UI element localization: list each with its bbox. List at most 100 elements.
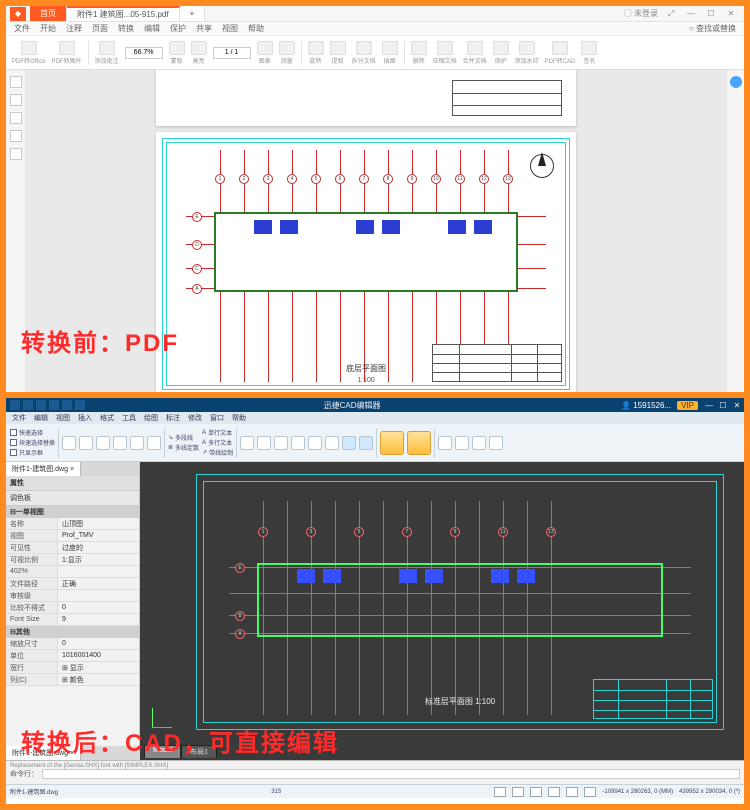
qat-undo-icon[interactable] <box>62 400 72 410</box>
prop-row[interactable]: 可视比例1:显示 <box>6 554 139 566</box>
login-status[interactable]: ◯ 未登录 <box>624 8 658 19</box>
prop-row[interactable]: 列(C)⊞ 颜色 <box>6 674 139 686</box>
vip-badge[interactable]: VIP <box>677 401 698 410</box>
tab-home[interactable]: 首页 <box>30 6 67 21</box>
tool-mirror-icon[interactable] <box>455 436 469 450</box>
cad-menu-format[interactable]: 格式 <box>100 413 114 423</box>
cad-close-icon[interactable]: ✕ <box>730 401 744 410</box>
cad-maximize-icon[interactable]: ☐ <box>716 401 730 410</box>
menu-file[interactable]: 文件 <box>14 23 30 34</box>
bookmark-icon[interactable] <box>10 94 22 106</box>
menu-page[interactable]: 页面 <box>92 23 108 34</box>
tool-leader-label[interactable]: ↗ 带线绘制 <box>202 448 233 457</box>
ribbon-pdf-to-image[interactable]: PDF转图片 <box>52 41 82 65</box>
chk-block-select[interactable]: 块速选择替换 <box>10 438 55 447</box>
menu-help[interactable]: 帮助 <box>248 23 264 34</box>
tool-rotate-icon[interactable] <box>274 436 288 450</box>
tool-singletext-label[interactable]: A 单行文本 <box>202 428 233 437</box>
tool-rect-icon[interactable] <box>79 436 93 450</box>
tab-add[interactable]: + <box>180 6 206 21</box>
cad-menu-edit[interactable]: 编辑 <box>34 413 48 423</box>
tool-layer-icon[interactable] <box>359 436 373 450</box>
cad-menu-window[interactable]: 窗口 <box>210 413 224 423</box>
prop-row[interactable]: 缩放尺寸0 <box>6 638 139 650</box>
ribbon-extract[interactable]: 提取 <box>330 41 346 65</box>
menu-edit[interactable]: 编辑 <box>144 23 160 34</box>
thumbnail-icon[interactable] <box>10 76 22 88</box>
menu-annotate[interactable]: 注释 <box>66 23 82 34</box>
tool-multitext-label[interactable]: A 多行文本 <box>202 438 233 447</box>
prop-row[interactable]: Font Size9 <box>6 614 139 626</box>
ortho-toggle-icon[interactable] <box>530 787 542 797</box>
prop-row[interactable]: 宽行⊞ 显示 <box>6 662 139 674</box>
ribbon-mask[interactable]: 蒙版 <box>169 41 185 65</box>
cad-menu-file[interactable]: 文件 <box>12 413 26 423</box>
prop-row[interactable]: 可见性过度的 <box>6 542 139 554</box>
ribbon-watermark[interactable]: 添加水印 <box>515 41 539 65</box>
qat-redo-icon[interactable] <box>75 400 85 410</box>
page-input[interactable] <box>213 47 251 59</box>
layers-icon[interactable] <box>10 148 22 160</box>
prop-section-other[interactable]: ⊟ 其他 <box>6 626 139 638</box>
ribbon-insert-image[interactable]: 插图 <box>382 41 398 65</box>
ribbon-sign[interactable]: 签名 <box>581 41 597 65</box>
tool-copy-icon[interactable] <box>257 436 271 450</box>
tool-scale-icon[interactable] <box>291 436 305 450</box>
ribbon-merge[interactable]: 合并文档 <box>463 41 487 65</box>
prop-row[interactable]: 视图Prof_TMV <box>6 530 139 542</box>
ribbon-delete[interactable]: 删除 <box>411 41 427 65</box>
prop-row[interactable]: 名称山顶图 <box>6 518 139 530</box>
tool-hatch-icon[interactable] <box>342 436 356 450</box>
menu-search[interactable]: ○ 查找或替换 <box>689 23 736 34</box>
ribbon-rotate[interactable]: 旋转 <box>308 41 324 65</box>
tool-multiline-label[interactable]: ≣ 多线定数 <box>168 443 199 452</box>
tool-move-icon[interactable] <box>240 436 254 450</box>
minimize-icon[interactable]: — <box>684 9 698 18</box>
polar-toggle-icon[interactable] <box>548 787 560 797</box>
qat-open-icon[interactable] <box>23 400 33 410</box>
fullscreen-icon[interactable]: ⤢ <box>664 9 678 19</box>
tool-circle-icon[interactable] <box>96 436 110 450</box>
cad-menu-insert[interactable]: 插入 <box>78 413 92 423</box>
ribbon-highlight[interactable]: 高亮 <box>191 41 207 65</box>
tool-spline-icon[interactable] <box>147 436 161 450</box>
menu-share[interactable]: 共享 <box>196 23 212 34</box>
prop-row[interactable]: 单位1016001400 <box>6 650 139 662</box>
tool-line-icon[interactable] <box>62 436 76 450</box>
chk-show-frame[interactable]: 只显示框 <box>10 448 55 457</box>
cmd-input[interactable] <box>42 769 740 779</box>
menu-view[interactable]: 视图 <box>222 23 238 34</box>
ribbon-pdf-to-cad[interactable]: PDF转CAD <box>545 41 576 65</box>
close-icon[interactable]: ✕ <box>724 9 738 18</box>
prop-row[interactable]: 比较不得式0 <box>6 602 139 614</box>
menu-convert[interactable]: 转换 <box>118 23 134 34</box>
cad-user[interactable]: 👤 1591526... <box>615 401 677 410</box>
cad-minimize-icon[interactable]: — <box>702 401 716 410</box>
menu-start[interactable]: 开始 <box>40 23 56 34</box>
ribbon-add-annot[interactable]: 添加批注 <box>95 41 119 65</box>
doc-tab[interactable]: 附件1-建筑图.dwg × <box>6 462 81 476</box>
prop-section-view[interactable]: ⊟ 一单视图 <box>6 506 139 518</box>
snap-toggle-icon[interactable] <box>494 787 506 797</box>
qat-new-icon[interactable] <box>10 400 20 410</box>
cad-canvas[interactable]: 1 3 5 7 9 11 13 E B A 标准层平面图 1:100 <box>140 462 744 760</box>
otrack-toggle-icon[interactable] <box>584 787 596 797</box>
tool-polyline-label[interactable]: ↘ 多段线 <box>168 433 199 442</box>
chk-quick-select[interactable]: 快速选择 <box>10 428 55 437</box>
tool-offset-icon[interactable] <box>489 436 503 450</box>
cad-menu-view[interactable]: 视图 <box>56 413 70 423</box>
comment-icon[interactable] <box>10 130 22 142</box>
tool-trim-icon[interactable] <box>308 436 322 450</box>
tool-polyline-icon[interactable] <box>130 436 144 450</box>
tool-arc-icon[interactable] <box>113 436 127 450</box>
tool-dim-icon[interactable] <box>438 436 452 450</box>
cad-menu-tools[interactable]: 工具 <box>122 413 136 423</box>
tool-big-2-icon[interactable] <box>407 431 431 455</box>
ribbon-pdf-to-office[interactable]: PDF转Office <box>12 41 46 65</box>
tab-file[interactable]: 附件1 建筑图...05-915.pdf <box>67 6 180 21</box>
tool-big-1-icon[interactable] <box>380 431 404 455</box>
qat-print-icon[interactable] <box>49 400 59 410</box>
ribbon-split-doc[interactable]: 拆分文档 <box>352 41 376 65</box>
grid-toggle-icon[interactable] <box>512 787 524 797</box>
help-icon[interactable] <box>730 76 742 88</box>
